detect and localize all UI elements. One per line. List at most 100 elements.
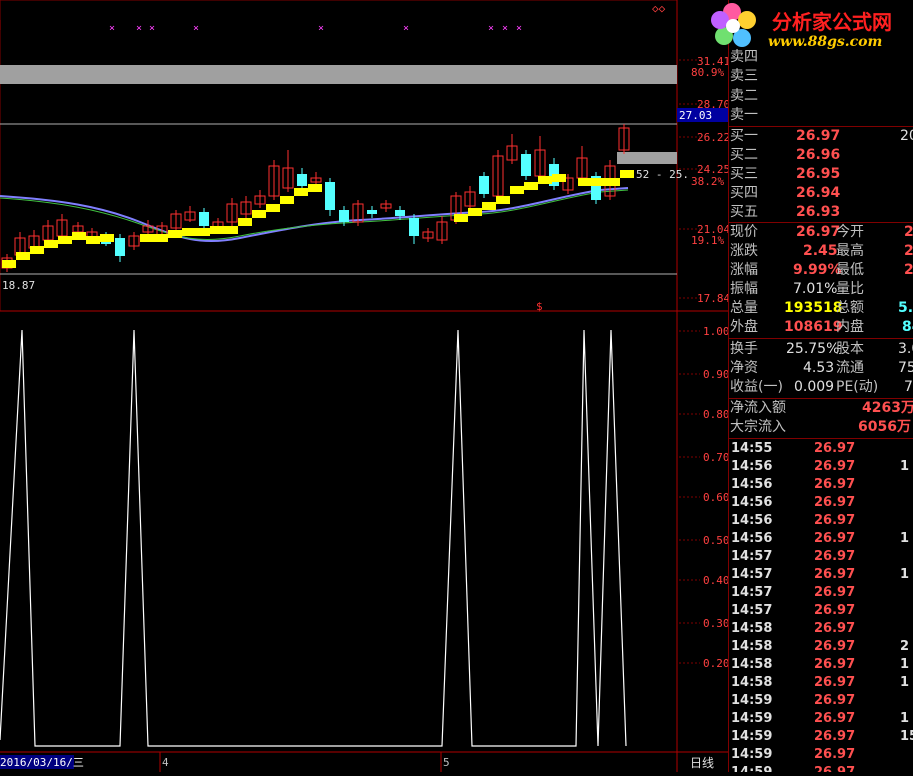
candle-body xyxy=(115,238,125,256)
tick-row: 14:59 26.97 xyxy=(728,692,913,710)
tick-price: 26.97 xyxy=(814,495,856,510)
tick-row: 14:58 26.97 2 xyxy=(728,638,913,656)
tick-time: 14:57 xyxy=(731,585,773,600)
price-label: 17.84 xyxy=(697,292,728,305)
tick-price: 26.97 xyxy=(814,441,856,456)
main-panel-border xyxy=(0,0,678,312)
quote-value: 26.97 xyxy=(796,224,841,240)
buy-row[interactable]: 买四 26.94 xyxy=(728,184,913,203)
candle-body xyxy=(395,210,405,216)
tick-price: 26.97 xyxy=(814,531,856,546)
tick-volume: 1 xyxy=(900,711,910,726)
period-button[interactable]: 日线 xyxy=(690,756,714,770)
quote-panel: 卖四 卖三 卖二 卖一 买一 26.97 20 买二 26.96 买三 26.9… xyxy=(728,0,913,772)
x-mark: × xyxy=(488,23,494,34)
signal-block xyxy=(482,202,496,210)
buy-row[interactable]: 买一 26.97 20 xyxy=(728,127,913,146)
ind-label: 0.30 xyxy=(703,617,728,630)
divider xyxy=(728,438,913,439)
resistance-band-small xyxy=(617,152,677,164)
tick-price: 26.97 xyxy=(814,513,856,528)
tick-row: 14:57 26.97 1 xyxy=(728,566,913,584)
tick-row: 14:55 26.97 xyxy=(728,440,913,458)
pct-label: 80.9% xyxy=(691,66,724,79)
buy-label: 买五 xyxy=(730,204,758,220)
buy-row[interactable]: 买五 26.93 xyxy=(728,203,913,222)
tick-price: 26.97 xyxy=(814,729,856,744)
fund-value: 7 xyxy=(904,379,913,395)
tick-time: 14:56 xyxy=(731,513,773,528)
buy-row[interactable]: 买二 26.96 xyxy=(728,146,913,165)
flow-label: 大宗流入 xyxy=(730,419,786,435)
tick-time: 14:56 xyxy=(731,495,773,510)
signal-block xyxy=(308,184,322,192)
tick-volume: 1 xyxy=(900,657,910,672)
flow-label: 净流入额 xyxy=(730,400,786,416)
signal-block xyxy=(468,208,482,216)
ind-label: 0.50 xyxy=(703,534,728,547)
signal-block xyxy=(2,260,16,268)
buy-row[interactable]: 买三 26.95 xyxy=(728,165,913,184)
signal-block xyxy=(224,226,238,234)
ind-label: 0.90 xyxy=(703,368,728,381)
signal-block xyxy=(294,188,308,196)
sell-row[interactable]: 卖一 xyxy=(728,106,913,125)
candle-body xyxy=(325,182,335,210)
quote-label: 现价 xyxy=(730,224,758,240)
diamond-icon[interactable]: ◇◇ xyxy=(652,2,666,15)
axis-grid xyxy=(679,59,700,664)
fund-label: 净资 xyxy=(730,360,758,376)
ind-label: 0.70 xyxy=(703,451,728,464)
quote-label: 总量 xyxy=(730,300,758,316)
quote-label: 总额 xyxy=(836,300,864,316)
tick-volume: 1 xyxy=(900,459,910,474)
signal-block xyxy=(552,174,566,182)
tick-volume: 2 xyxy=(900,639,910,654)
ind-label: 0.20 xyxy=(703,657,728,670)
signal-block xyxy=(280,196,294,204)
pct-label: 19.1% xyxy=(691,234,724,247)
tick-price: 26.97 xyxy=(814,764,855,772)
fund-label: 收益(一) xyxy=(730,379,783,395)
tick-row: 14:58 26.97 1 xyxy=(728,656,913,674)
tick-price: 26.97 xyxy=(814,477,856,492)
fund-label: PE(动) xyxy=(836,379,879,395)
tick-row: 14:59 26.97 xyxy=(728,746,913,764)
quote-label: 涨跌 xyxy=(730,243,758,259)
sell-row[interactable]: 卖三 xyxy=(728,67,913,86)
tick-row: 14:56 26.97 xyxy=(728,476,913,494)
tick-row: 14:57 26.97 xyxy=(728,602,913,620)
x-mark: × xyxy=(318,23,324,34)
quote-row: 涨幅 9.99% 最低 2 xyxy=(728,261,913,280)
sell-label: 卖二 xyxy=(730,88,758,104)
quote-row: 外盘 108619 内盘 84 xyxy=(728,318,913,337)
quote-value: 2 xyxy=(904,224,913,240)
flow-row: 大宗流入 6056万 xyxy=(728,418,913,437)
sell-row[interactable]: 卖二 xyxy=(728,87,913,106)
signal-block xyxy=(238,218,252,226)
tick-time: 14:57 xyxy=(731,549,773,564)
buy-price: 26.96 xyxy=(796,147,841,163)
buy-label: 买一 xyxy=(730,128,758,144)
candle-body xyxy=(521,154,531,176)
tick-time: 14:58 xyxy=(731,675,773,690)
fund-value: 75 xyxy=(898,360,913,376)
flow-row: 净流入额 4263万 xyxy=(728,399,913,418)
tick-time: 14:56 xyxy=(731,459,773,474)
signal-block xyxy=(252,210,266,218)
tick-price: 26.97 xyxy=(814,693,856,708)
tick-price: 26.97 xyxy=(814,459,856,474)
signal-block xyxy=(496,196,510,204)
ma-line-purple xyxy=(0,187,629,243)
divider xyxy=(728,338,913,339)
month-marker: 5 xyxy=(443,756,450,769)
tick-row: 14:58 26.97 1 xyxy=(728,674,913,692)
flow-value: 6056万 xyxy=(858,419,911,435)
fund-value: 25.75% xyxy=(786,341,840,357)
signal-block xyxy=(30,246,44,254)
chart-area[interactable]: × × × × × × × × × 31.41 80.9% 28.70 27.03 26.22 … xyxy=(0,0,730,772)
quote-value: 2 xyxy=(904,243,913,259)
tick-time: 14:59 xyxy=(731,747,773,762)
flower-logo-icon xyxy=(711,3,756,47)
kline-chart[interactable]: × × × × × × × × × 31.41 80.9% 28.70 27.03 26.22 … xyxy=(0,0,730,772)
